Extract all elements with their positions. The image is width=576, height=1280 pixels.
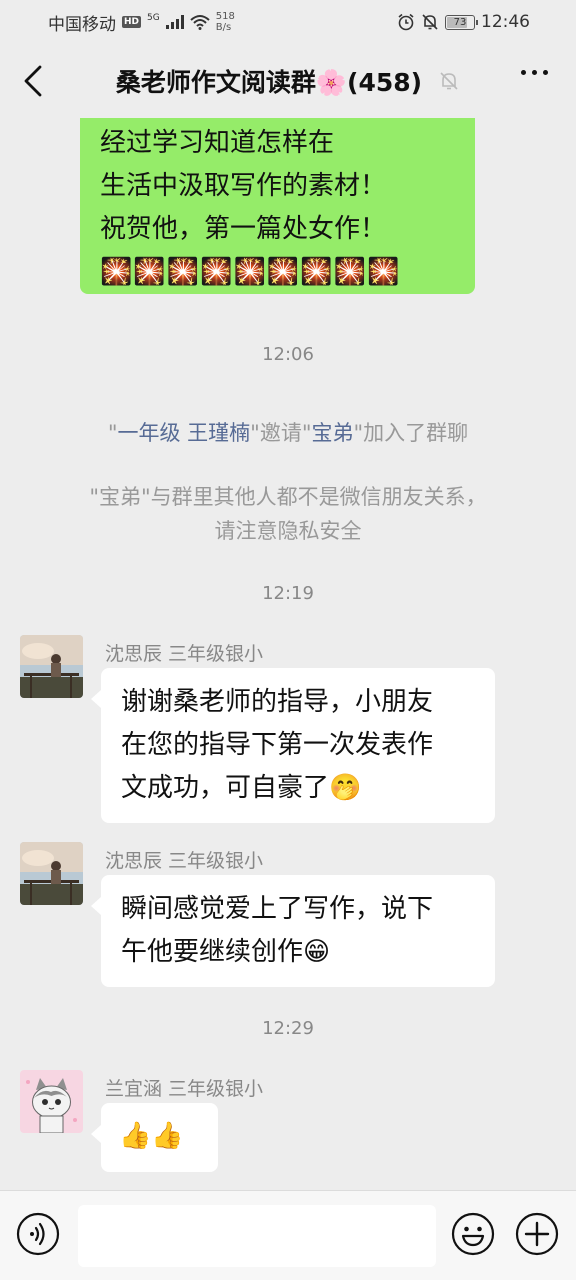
message-line: 祝贺他，第一篇处女作！ bbox=[100, 214, 387, 244]
battery-icon: 73 bbox=[445, 14, 478, 30]
message-list[interactable]: 经过学习知道怎样在 生活中汲取写作的素材！ 祝贺他，第一篇处女作！ 🎇🎇🎇🎇🎇🎇… bbox=[0, 118, 576, 1190]
clock: 12:46 bbox=[481, 12, 530, 32]
chat-title-text: 桑老师作文阅读群🌸(458) bbox=[115, 68, 423, 97]
notice-text: "加入了群聊 bbox=[353, 421, 469, 445]
thumbs-up-emoji: 👍👍 bbox=[119, 1121, 184, 1151]
notice-line: "宝弟"与群里其他人都不是微信朋友关系， bbox=[89, 485, 487, 509]
message-line: 在您的指导下第一次发表作 bbox=[121, 730, 434, 760]
sender-name: 沈思辰 三年级银小 bbox=[105, 643, 264, 665]
sender-name: 兰宜涵 三年级银小 bbox=[105, 1078, 264, 1100]
system-privacy-notice: "宝弟"与群里其他人都不是微信朋友关系， 请注意隐私安全 bbox=[40, 480, 536, 548]
avatar[interactable] bbox=[20, 635, 83, 698]
message-line: 谢谢桑老师的指导，小朋友 bbox=[121, 687, 434, 717]
voice-icon[interactable] bbox=[16, 1212, 60, 1256]
sent-message-bubble[interactable]: 经过学习知道怎样在 生活中汲取写作的素材！ 祝贺他，第一篇处女作！ 🎇🎇🎇🎇🎇🎇… bbox=[80, 118, 475, 294]
avatar[interactable] bbox=[20, 842, 83, 905]
notice-text: "邀请" bbox=[250, 421, 312, 445]
carrier-label: 中国移动 bbox=[48, 14, 116, 35]
emoji: 🤭 bbox=[329, 773, 362, 803]
notice-line: 请注意隐私安全 bbox=[214, 519, 362, 543]
message-bubble[interactable]: 👍👍 bbox=[91, 1103, 218, 1172]
invitee-link[interactable]: 宝弟 bbox=[312, 421, 354, 445]
more-icon[interactable] bbox=[521, 70, 548, 75]
wifi-icon bbox=[190, 15, 210, 30]
chat-header: 桑老师作文阅读群🌸(458) bbox=[0, 44, 576, 118]
net-speed-value: 518 bbox=[215, 11, 235, 22]
timestamp: 12:06 bbox=[262, 344, 314, 365]
status-bar: 中国移动 HD 5G 518 B/s 73 12:46 bbox=[0, 0, 576, 44]
emoji: 😁 bbox=[303, 937, 331, 967]
message-line: 生活中汲取写作的素材！ bbox=[100, 171, 387, 201]
input-bar bbox=[0, 1190, 576, 1280]
firework-emoji-row: 🎇🎇🎇🎇🎇🎇🎇🎇🎇 bbox=[100, 257, 401, 287]
message-line: 瞬间感觉爱上了写作，说下 bbox=[121, 894, 434, 924]
message-bubble[interactable]: 谢谢桑老师的指导，小朋友 在您的指导下第一次发表作 文成功，可自豪了🤭 bbox=[91, 668, 495, 823]
signal-icon bbox=[165, 15, 184, 29]
system-invite-notice: "一年级 王瑾楠"邀请"宝弟"加入了群聊 bbox=[40, 416, 536, 450]
network-type: 5G bbox=[147, 13, 160, 23]
back-icon[interactable] bbox=[18, 62, 54, 100]
net-speed-unit: B/s bbox=[215, 22, 232, 33]
plus-icon[interactable] bbox=[515, 1212, 559, 1256]
mute-bell-icon bbox=[440, 72, 458, 90]
emoji-icon[interactable] bbox=[451, 1212, 495, 1256]
chat-title: 桑老师作文阅读群🌸(458) bbox=[116, 63, 460, 99]
avatar[interactable] bbox=[20, 1070, 83, 1133]
hd-badge: HD bbox=[122, 16, 142, 28]
message-line: 午他要继续创作 bbox=[121, 937, 304, 967]
message-input[interactable] bbox=[78, 1205, 436, 1267]
silent-bell-icon bbox=[422, 14, 438, 30]
message-line: 文成功，可自豪了 bbox=[121, 773, 330, 803]
inviter-link[interactable]: 一年级 王瑾楠 bbox=[117, 421, 250, 445]
status-right: 73 12:46 bbox=[397, 12, 530, 32]
timestamp: 12:19 bbox=[262, 583, 314, 604]
net-speed: 518 B/s bbox=[216, 11, 235, 33]
timestamp: 12:29 bbox=[262, 1018, 314, 1039]
message-line: 经过学习知道怎样在 bbox=[100, 128, 335, 158]
status-left: 中国移动 HD 5G 518 B/s bbox=[48, 10, 235, 35]
message-bubble[interactable]: 瞬间感觉爱上了写作，说下 午他要继续创作😁 bbox=[91, 875, 495, 987]
alarm-icon bbox=[398, 13, 414, 31]
sender-name: 沈思辰 三年级银小 bbox=[105, 850, 264, 872]
battery-level: 73 bbox=[453, 16, 467, 28]
